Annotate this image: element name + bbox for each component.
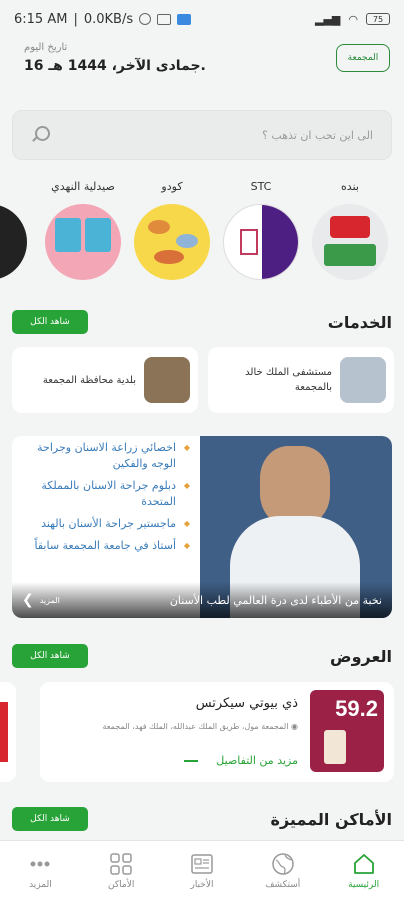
app-logo: المجمعة xyxy=(336,44,390,72)
nav-item-more[interactable]: المزيد xyxy=(5,852,75,890)
store-name: كودو xyxy=(161,180,183,193)
alarm-icon xyxy=(139,13,152,25)
store-item-nahdi[interactable]: صيدلية النهدي xyxy=(44,180,122,280)
date-value: 16 جمادى الآخر، 1444 هـ. xyxy=(24,58,206,74)
banner-line: أستاذ في جامعة المجمعة سابقاً xyxy=(22,538,190,554)
store-logo xyxy=(0,204,27,280)
featured-header: شاهد الكل الأماكن المميزة xyxy=(12,805,392,833)
store-logo xyxy=(312,204,388,280)
date-label: تاريخ اليوم xyxy=(24,42,68,53)
location-pin-icon: ◉ xyxy=(288,722,298,731)
signal-icon: ▂▄▆ xyxy=(315,12,341,26)
service-image xyxy=(340,357,386,403)
services-header: شاهد الكل الخدمات xyxy=(12,308,392,336)
banner-line: اخصائي زراعة الاسنان وجراحة الوجه والفكي… xyxy=(22,440,190,472)
store-name: بنده xyxy=(341,180,359,193)
stores-carousel[interactable]: صيدلية النهدي كودو STC بنده xyxy=(0,180,404,290)
news-icon[interactable] xyxy=(190,852,214,876)
nav-item-home[interactable]: الرئيسية xyxy=(329,852,399,890)
search-input[interactable]: الى اين تحب ان تذهب ؟ xyxy=(262,129,373,142)
battery-icon: 75 xyxy=(366,13,390,25)
services-title: الخدمات xyxy=(327,312,392,332)
promo-banner[interactable]: اخصائي زراعة الاسنان وجراحة الوجه والفكي… xyxy=(12,436,392,618)
status-time: 6:15 AM xyxy=(14,11,68,27)
status-left: 6:15 AM | 0.0KB/s xyxy=(14,11,192,27)
store-logo xyxy=(45,204,121,280)
offer-card[interactable]: 59.2 ذي بيوتي سيكرتس ◉ المجمعة مول، طريق… xyxy=(40,682,394,782)
offer-badge: 59.2 xyxy=(335,696,378,721)
nav-label: أستكشف xyxy=(265,879,301,890)
app-notification-icon xyxy=(177,13,192,25)
store-item-partial[interactable] xyxy=(0,180,28,280)
logo-text: المجمعة xyxy=(347,53,379,63)
service-label: بلدية محافظة المجمعة xyxy=(42,374,136,386)
status-separator: | xyxy=(73,11,78,27)
more-icon[interactable] xyxy=(28,852,52,876)
nav-item-places[interactable]: الأماكن xyxy=(86,852,156,890)
header: تاريخ اليوم 16 جمادى الآخر، 1444 هـ. الم… xyxy=(0,38,404,98)
banner-line: ماجستير جراحة الأسنان بالهند xyxy=(22,516,190,532)
nav-item-explore[interactable]: أستكشف xyxy=(248,852,318,890)
search-icon[interactable] xyxy=(31,126,50,144)
search-bar[interactable]: الى اين تحب ان تذهب ؟ xyxy=(12,110,392,160)
status-bar: 6:15 AM | 0.0KB/s ▂▄▆ ◠ 75 xyxy=(0,0,404,38)
services-see-all-button[interactable]: شاهد الكل xyxy=(12,310,88,334)
featured-title: الأماكن المميزة xyxy=(270,809,392,829)
offer-address-text: المجمعة مول، طريق الملك عبدالله، الملك ف… xyxy=(102,722,289,731)
offer-details-link[interactable]: مزيد من التفاصيل xyxy=(184,754,298,767)
status-speed: 0.0KB/s xyxy=(83,11,134,27)
status-right: ▂▄▆ ◠ 75 xyxy=(315,13,390,26)
offer-image: 59.2 xyxy=(310,690,384,772)
banner-controls[interactable]: ❮ المزيد xyxy=(22,592,60,608)
grid-icon[interactable] xyxy=(109,852,133,876)
store-item-stc[interactable]: STC xyxy=(222,180,300,280)
offer-card-partial[interactable] xyxy=(0,682,16,782)
banner-line: دبلوم جراحة الاسنان بالمملكة المتحدة xyxy=(22,478,190,510)
nav-label: الأخبار xyxy=(190,879,214,890)
offers-header: شاهد الكل العروض xyxy=(12,642,392,670)
store-item-kudu[interactable]: كودو xyxy=(133,180,211,280)
service-image xyxy=(144,357,190,403)
store-logo xyxy=(134,204,210,280)
offer-address: ◉ المجمعة مول، طريق الملك عبدالله، الملك… xyxy=(103,722,298,731)
offer-title: ذي بيوتي سيكرتس xyxy=(195,696,298,711)
store-name: صيدلية النهدي xyxy=(51,180,115,193)
chevron-left-icon[interactable]: ❮ xyxy=(22,592,34,608)
globe-icon[interactable] xyxy=(271,852,295,876)
bottom-navigation: المزيد الأماكن الأخبار أستكشف الرئيسية xyxy=(0,840,404,900)
wifi-icon: ◠ xyxy=(348,12,358,26)
service-card-municipality[interactable]: بلدية محافظة المجمعة xyxy=(12,347,198,413)
service-card-hospital[interactable]: مستشفى الملك خالد بالمجمعة xyxy=(208,347,394,413)
nav-label: الرئيسية xyxy=(348,879,380,890)
nav-label: الأماكن xyxy=(108,879,135,890)
banner-caption-text: نخبة من الأطباء لدى درة العالمي لطب الأس… xyxy=(169,593,382,607)
store-logo xyxy=(223,204,299,280)
battery-level: 75 xyxy=(372,14,384,24)
store-item-panda[interactable]: بنده xyxy=(311,180,389,280)
offers-title: العروض xyxy=(330,646,392,666)
nav-label: المزيد xyxy=(29,879,52,890)
home-icon[interactable] xyxy=(352,852,376,876)
image-icon xyxy=(157,13,172,25)
banner-more-link[interactable]: المزيد xyxy=(40,596,60,605)
store-name: STC xyxy=(250,180,272,193)
nav-item-news[interactable]: الأخبار xyxy=(167,852,237,890)
offers-see-all-button[interactable]: شاهد الكل xyxy=(12,644,88,668)
featured-see-all-button[interactable]: شاهد الكل xyxy=(12,807,88,831)
arrow-left-icon[interactable] xyxy=(184,759,199,762)
service-label: مستشفى الملك خالد بالمجمعة xyxy=(245,367,332,393)
offer-details-label[interactable]: مزيد من التفاصيل xyxy=(216,754,298,767)
banner-caption: ❮ المزيد نخبة من الأطباء لدى درة العالمي… xyxy=(12,582,392,618)
